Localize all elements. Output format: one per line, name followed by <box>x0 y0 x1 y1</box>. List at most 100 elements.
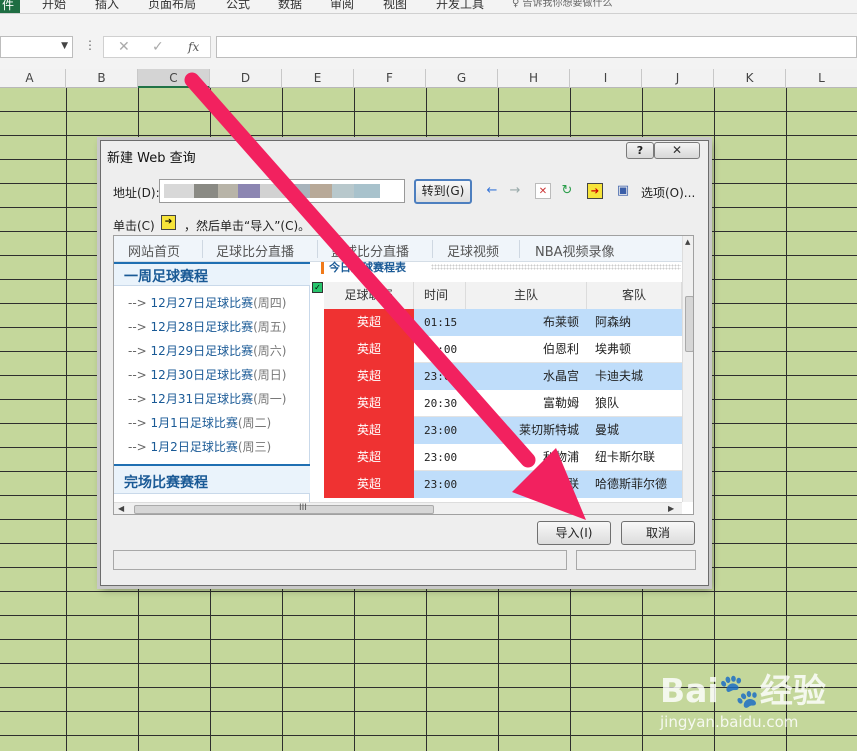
column-header-k[interactable]: K <box>714 69 786 88</box>
blurred-url <box>194 184 218 198</box>
tab-formulas[interactable]: 公式 <box>226 0 250 11</box>
column-header-c[interactable]: C <box>138 69 210 88</box>
scroll-right-icon[interactable]: ▶ <box>668 504 674 513</box>
refresh-icon[interactable]: ↻ <box>559 183 575 199</box>
table-select-arrow-icon: ➔ <box>161 215 176 230</box>
schedule-link[interactable]: --> 12月31日足球比赛(周一) <box>128 390 286 407</box>
title-accent <box>321 262 324 274</box>
schedule-sidebar: 一周足球赛程 --> 12月27日足球比赛(周四) --> 12月28日足球比赛… <box>114 262 310 502</box>
schedule-link[interactable]: --> 12月28日足球比赛(周五) <box>128 318 286 335</box>
cell-league: 英超 <box>324 417 414 444</box>
cell-home: 伯恩利 <box>542 342 579 356</box>
insert-function-icon[interactable]: fx <box>188 40 199 54</box>
link-text: 12月29日足球比赛 <box>150 344 254 358</box>
close-button[interactable]: ✕ <box>654 142 700 159</box>
column-header-d[interactable]: D <box>210 69 282 88</box>
schedule-link[interactable]: --> 12月29日足球比赛(周六) <box>128 342 286 359</box>
schedule-link[interactable]: --> 1月2日足球比赛(周三) <box>128 438 271 455</box>
cell-league: 英超 <box>324 444 414 471</box>
vertical-scrollbar[interactable]: ▲ <box>682 236 693 502</box>
scroll-left-icon[interactable]: ◀ <box>118 504 124 513</box>
options-button[interactable]: 选项(O)... <box>641 184 695 201</box>
site-nav-basketball-live[interactable]: 篮球比分直播 <box>331 241 409 260</box>
scroll-thumb[interactable]: III <box>134 503 434 514</box>
tab-developer[interactable]: 开发工具 <box>436 0 484 11</box>
name-box[interactable]: ▼ <box>0 36 73 58</box>
site-nav-home[interactable]: 网站首页 <box>128 241 180 260</box>
cell-league: 英超 <box>324 336 414 363</box>
schedule-link[interactable]: --> 12月27日足球比赛(周四) <box>128 294 286 311</box>
column-header-g[interactable]: G <box>426 69 498 88</box>
header-away: 客队 <box>587 282 682 309</box>
forward-icon[interactable]: → <box>507 183 523 199</box>
baidu-jingyan-watermark-logo: Bai🐾经验 <box>660 671 826 710</box>
web-page-view[interactable]: 网站首页 足球比分直播 篮球比分直播 足球视频 NBA视频录像 一周足球赛程 -… <box>113 235 694 515</box>
hint-import-label: ，然后单击“导入”(C)。 <box>184 219 311 233</box>
blurred-url <box>310 184 332 198</box>
nav-divider <box>202 240 203 258</box>
schedule-link[interactable]: --> 12月30日足球比赛(周日) <box>128 366 286 383</box>
column-header-j[interactable]: J <box>642 69 714 88</box>
header-home: 主队 <box>466 282 587 309</box>
formula-bar-area: ▼ ⋮ ✕ ✓ fx <box>0 14 857 69</box>
blurred-url <box>218 184 238 198</box>
tab-view[interactable]: 视图 <box>383 0 407 11</box>
stop-icon[interactable]: ✕ <box>535 183 551 199</box>
back-icon[interactable]: ← <box>484 183 500 199</box>
chevron-down-icon[interactable]: ▼ <box>61 41 68 51</box>
site-nav-football-video[interactable]: 足球视频 <box>447 241 499 260</box>
schedule-link[interactable]: --> 1月1日足球比赛(周二) <box>128 414 271 431</box>
tab-home[interactable]: 开始 <box>42 0 66 11</box>
tab-data[interactable]: 数据 <box>278 0 302 11</box>
file-tab[interactable]: 件 <box>0 0 20 13</box>
tab-insert[interactable]: 插入 <box>95 0 119 11</box>
go-button[interactable]: 转到(G) <box>414 179 472 204</box>
formula-input[interactable] <box>216 36 857 58</box>
cancel-icon[interactable]: ✕ <box>118 39 130 55</box>
address-input[interactable] <box>159 179 405 203</box>
site-nav-nba-video[interactable]: NBA视频录像 <box>535 241 615 260</box>
cell-away: 卡迪夫城 <box>587 363 682 390</box>
blurred-url <box>290 184 310 198</box>
cancel-button[interactable]: 取消 <box>621 521 695 545</box>
finished-schedule-heading: 完场比赛赛程 <box>114 464 310 494</box>
column-header-h[interactable]: H <box>498 69 570 88</box>
header-time: 时间 <box>414 282 466 309</box>
progress-bar <box>576 550 696 570</box>
tell-me-box[interactable]: ♀ 告诉我你想要做什么 <box>512 0 613 11</box>
link-text: 12月28日足球比赛 <box>150 320 254 334</box>
horizontal-scrollbar[interactable]: ◀ III ▶ <box>114 502 682 514</box>
nav-divider <box>317 240 318 258</box>
table-selected-check-icon[interactable]: ✓ <box>312 282 323 293</box>
blurred-url <box>260 184 290 198</box>
table-row: 英超 23:00 伯恩利 埃弗顿 <box>324 336 682 363</box>
check-icon[interactable]: ✓ <box>152 39 164 55</box>
cell-time: 01:15 <box>414 309 466 336</box>
help-button[interactable]: ? <box>626 142 654 159</box>
cell-league: 英超 <box>324 471 414 498</box>
cell-league: 英超 <box>324 309 414 336</box>
scroll-thumb[interactable] <box>685 296 693 352</box>
scroll-up-icon[interactable]: ▲ <box>685 238 690 246</box>
column-header-a[interactable]: A <box>0 69 66 88</box>
table-row: 英超 01:15 布莱顿 阿森纳 <box>324 309 682 336</box>
tab-page-layout[interactable]: 页面布局 <box>148 0 196 11</box>
tab-review[interactable]: 审阅 <box>330 0 354 11</box>
link-arrow: --> <box>128 392 147 406</box>
hide-icons-icon[interactable]: ➔ <box>587 183 603 199</box>
column-header-l[interactable]: L <box>786 69 857 88</box>
import-button[interactable]: 导入(I) <box>537 521 611 545</box>
column-header-f[interactable]: F <box>354 69 426 88</box>
column-header-b[interactable]: B <box>66 69 138 88</box>
link-text: 12月31日足球比赛 <box>150 392 254 406</box>
scroll-grip-icon: III <box>299 503 307 513</box>
link-arrow: --> <box>128 344 147 358</box>
link-arrow: --> <box>128 440 147 454</box>
column-header-e[interactable]: E <box>282 69 354 88</box>
save-query-icon[interactable]: ▣ <box>615 183 631 199</box>
site-nav-football-live[interactable]: 足球比分直播 <box>216 241 294 260</box>
column-header-i[interactable]: I <box>570 69 642 88</box>
table-row: 英超 23:00 莱切斯特城 曼城 <box>324 417 682 444</box>
table-title: 今日足球赛程表 <box>329 261 406 274</box>
link-weekday: (周一) <box>253 392 287 406</box>
